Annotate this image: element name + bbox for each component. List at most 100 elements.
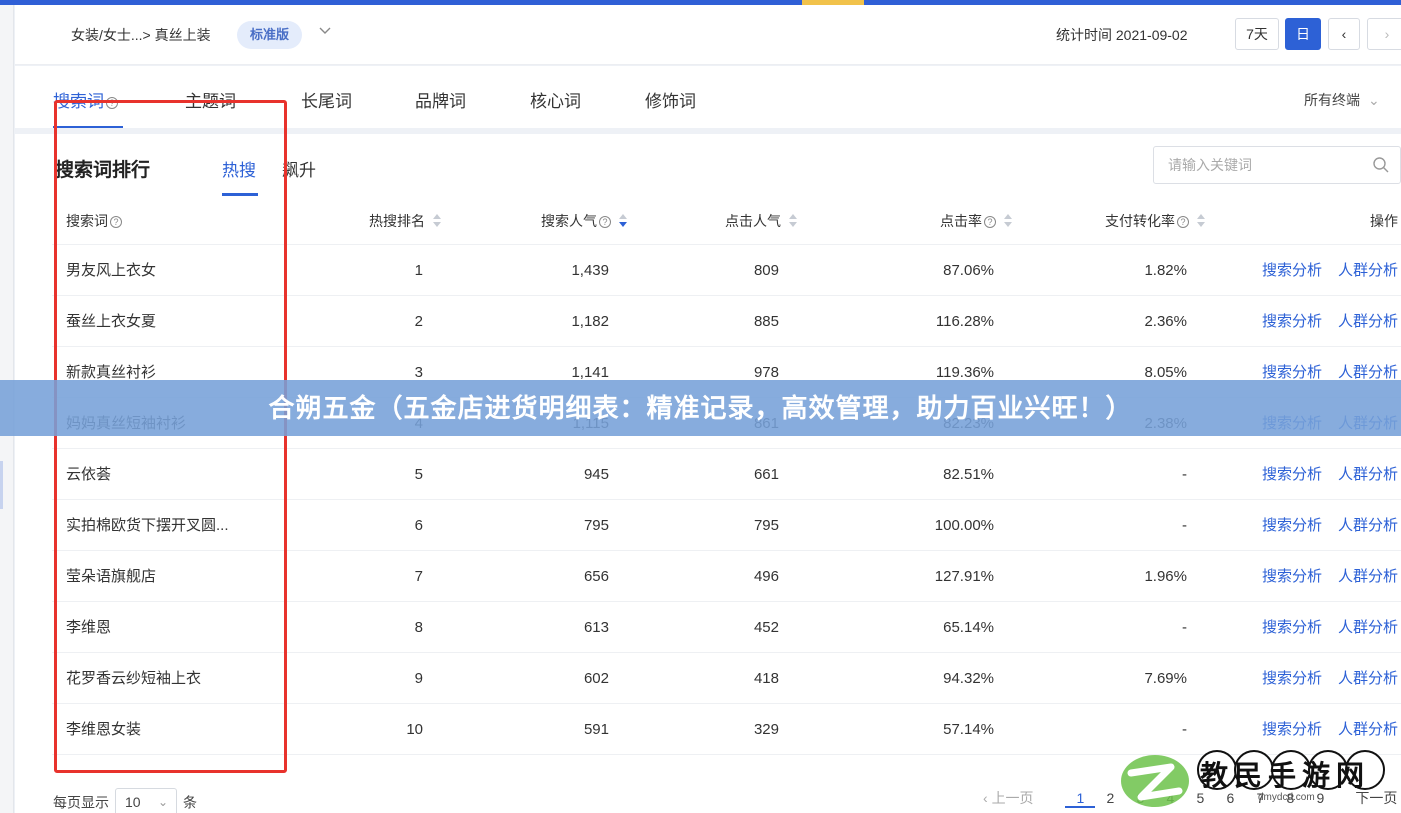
col-conversion-label: 支付转化率	[1105, 213, 1175, 229]
range-7days-button[interactable]: 7天	[1235, 18, 1279, 50]
cell-clicks: 885	[753, 313, 779, 330]
cell-popularity: 656	[583, 568, 609, 585]
header-bar: 女装/女士...> 真丝上装 标准版 统计时间 2021-09-02 7天 日 …	[15, 5, 1401, 65]
help-icon[interactable]: ?	[1177, 216, 1189, 228]
keyword-search	[1153, 146, 1401, 184]
crowd-analysis-link[interactable]: 人群分析	[1338, 619, 1398, 636]
cell-popularity: 1,439	[571, 262, 609, 279]
cell-ops: 搜索分析人群分析	[1246, 500, 1398, 551]
watermark-text: 教民手游网	[1200, 760, 1371, 791]
cell-conversion: -	[1182, 466, 1187, 483]
cell-ctr: 82.51%	[943, 466, 994, 483]
cell-conversion: -	[1182, 517, 1187, 534]
cell-popularity: 795	[583, 517, 609, 534]
col-ctr-label: 点击率	[940, 213, 982, 229]
col-ops: 操作	[1370, 213, 1398, 229]
keyword-search-input[interactable]	[1168, 147, 1368, 183]
left-rail-marker	[0, 461, 3, 509]
cell-ctr: 87.06%	[943, 262, 994, 279]
cell-popularity: 945	[583, 466, 609, 483]
terminal-select[interactable]: 所有终端 ⌄	[1304, 90, 1380, 110]
col-popularity[interactable]: 搜索人气?	[541, 197, 627, 245]
cell-rank: 9	[414, 670, 423, 687]
search-analysis-link[interactable]: 搜索分析	[1262, 466, 1322, 483]
cell-clicks: 496	[753, 568, 779, 585]
cell-ops: 搜索分析人群分析	[1246, 296, 1398, 347]
page-size-select[interactable]: 10 ⌄	[115, 788, 177, 813]
crowd-analysis-link[interactable]: 人群分析	[1338, 313, 1398, 330]
next-date-button[interactable]: ›	[1367, 18, 1401, 50]
edition-badge: 标准版	[237, 21, 303, 49]
search-icon[interactable]	[1372, 156, 1390, 174]
cell-rank: 5	[414, 466, 423, 483]
sort-icon[interactable]	[433, 214, 441, 227]
chevron-down-icon[interactable]	[318, 23, 332, 40]
cell-popularity: 613	[583, 619, 609, 636]
cell-conversion: 1.82%	[1144, 262, 1187, 279]
tab-core-words[interactable]: 核心词	[530, 87, 581, 112]
cell-ops: 搜索分析人群分析	[1246, 602, 1398, 653]
breadcrumb[interactable]: 女装/女士...> 真丝上装	[71, 25, 211, 45]
search-analysis-link[interactable]: 搜索分析	[1262, 619, 1322, 636]
tab-modifier-words[interactable]: 修饰词	[645, 87, 696, 112]
sort-icon[interactable]	[1004, 214, 1012, 227]
prev-date-button[interactable]: ‹	[1328, 18, 1360, 50]
search-analysis-link[interactable]: 搜索分析	[1262, 670, 1322, 687]
search-analysis-link[interactable]: 搜索分析	[1262, 313, 1322, 330]
sort-desc-icon[interactable]	[619, 214, 627, 227]
tab-brand-words[interactable]: 品牌词	[415, 87, 466, 112]
cell-conversion: 7.69%	[1144, 670, 1187, 687]
cell-rank: 10	[406, 721, 423, 738]
crowd-analysis-link[interactable]: 人群分析	[1338, 568, 1398, 585]
col-popularity-label: 搜索人气	[541, 213, 597, 229]
title-banner: 合朔五金（五金店进货明细表：精准记录，高效管理，助力百业兴旺！）	[0, 380, 1401, 436]
cell-rank: 6	[414, 517, 423, 534]
cell-ops: 搜索分析人群分析	[1246, 449, 1398, 500]
cell-ctr: 94.32%	[943, 670, 994, 687]
page-size-value: 10	[125, 794, 141, 810]
page-size-control: 每页显示 10 ⌄ 条	[53, 788, 197, 813]
help-icon[interactable]: ?	[599, 216, 611, 228]
cell-popularity: 602	[583, 670, 609, 687]
subtab-rising[interactable]: 飙升	[282, 156, 316, 181]
per-page-unit: 条	[183, 794, 197, 811]
search-analysis-link[interactable]: 搜索分析	[1262, 568, 1322, 585]
cell-conversion: 2.36%	[1144, 313, 1187, 330]
cell-clicks: 329	[753, 721, 779, 738]
col-ctr[interactable]: 点击率?	[940, 197, 1012, 245]
search-analysis-link[interactable]: 搜索分析	[1262, 262, 1322, 279]
cell-rank: 8	[414, 619, 423, 636]
help-icon[interactable]: ?	[984, 216, 996, 228]
chevron-down-icon: ⌄	[157, 795, 168, 809]
prev-page-button[interactable]: ‹ 上一页	[983, 790, 1034, 806]
search-analysis-link[interactable]: 搜索分析	[1262, 721, 1322, 738]
crowd-analysis-link[interactable]: 人群分析	[1338, 466, 1398, 483]
crowd-analysis-link[interactable]: 人群分析	[1338, 670, 1398, 687]
search-analysis-link[interactable]: 搜索分析	[1262, 517, 1322, 534]
crowd-analysis-link[interactable]: 人群分析	[1338, 721, 1398, 738]
prev-page-label: 上一页	[991, 790, 1034, 806]
search-analysis-link[interactable]: 搜索分析	[1262, 364, 1322, 381]
cell-clicks: 452	[753, 619, 779, 636]
cell-ops: 搜索分析人群分析	[1246, 551, 1398, 602]
cell-clicks: 795	[753, 517, 779, 534]
cell-ctr: 127.91%	[934, 568, 994, 585]
cell-ctr: 57.14%	[943, 721, 994, 738]
cell-conversion: -	[1182, 619, 1187, 636]
cell-clicks: 661	[753, 466, 779, 483]
col-conversion[interactable]: 支付转化率?	[1105, 197, 1205, 245]
col-rank[interactable]: 热搜排名	[369, 197, 441, 245]
page-number[interactable]: 1	[1065, 790, 1096, 808]
cell-ops: 搜索分析人群分析	[1246, 653, 1398, 704]
cell-ctr: 65.14%	[943, 619, 994, 636]
sort-icon[interactable]	[1197, 214, 1205, 227]
cell-popularity: 591	[583, 721, 609, 738]
cell-rank: 1	[414, 262, 423, 279]
sort-icon[interactable]	[789, 214, 797, 227]
crowd-analysis-link[interactable]: 人群分析	[1338, 262, 1398, 279]
col-clicks[interactable]: 点击人气	[725, 197, 797, 245]
range-day-button[interactable]: 日	[1285, 18, 1321, 50]
tab-long-tail-words[interactable]: 长尾词	[301, 87, 352, 112]
crowd-analysis-link[interactable]: 人群分析	[1338, 517, 1398, 534]
crowd-analysis-link[interactable]: 人群分析	[1338, 364, 1398, 381]
